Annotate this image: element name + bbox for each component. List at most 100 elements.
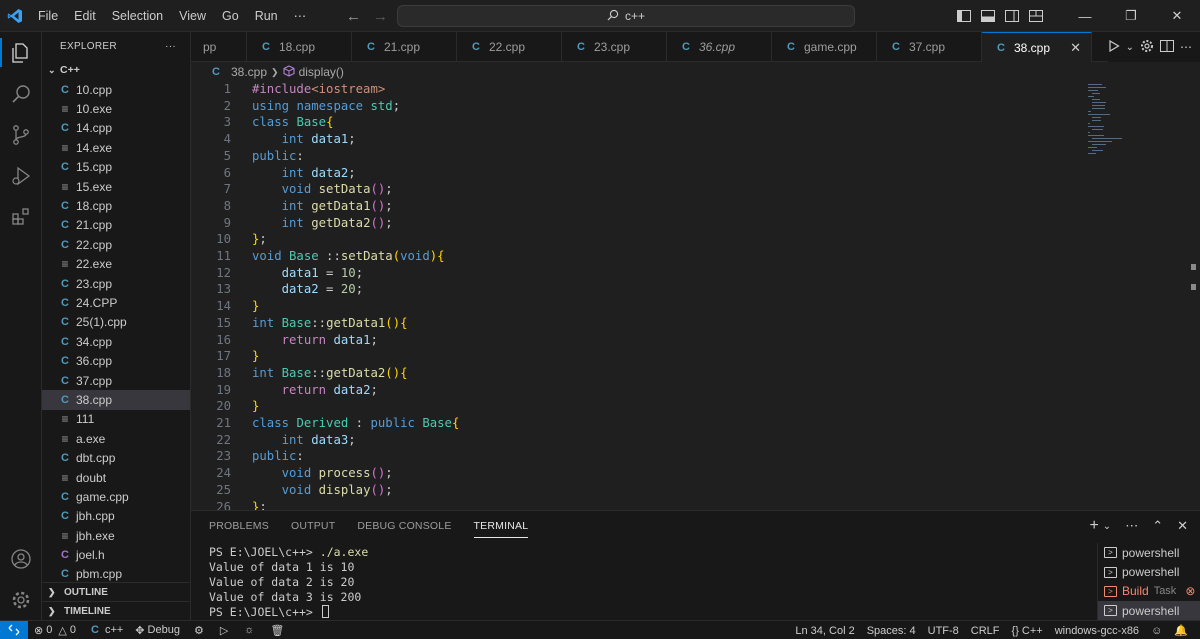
remote-indicator-icon[interactable] xyxy=(0,620,28,639)
minimize-button[interactable]: — xyxy=(1062,9,1108,24)
debug-bug-icon[interactable]: ☼ xyxy=(236,624,262,636)
run-debug-icon[interactable] xyxy=(0,155,42,196)
terminal-item[interactable]: > powershell xyxy=(1098,601,1200,621)
run-status-icon[interactable]: ▷ xyxy=(212,624,236,637)
explorer-more-button[interactable]: ··· xyxy=(165,41,176,52)
menu-item[interactable]: Selection xyxy=(104,0,171,32)
file-item[interactable]: ≡ 14.exe xyxy=(42,138,190,157)
file-item[interactable]: C 14.cpp xyxy=(42,119,190,138)
menu-item[interactable]: Edit xyxy=(66,0,104,32)
panel-tab-output[interactable]: OUTPUT xyxy=(291,511,335,541)
file-item[interactable]: C 38.cpp xyxy=(42,390,190,410)
file-item[interactable]: Cdbt.cpp xyxy=(42,448,190,467)
back-arrow-icon[interactable]: ← xyxy=(346,8,361,25)
file-item[interactable]: ≡ 15.exe xyxy=(42,177,190,196)
close-icon[interactable]: ✕ xyxy=(1070,40,1081,56)
file-item[interactable]: C 36.cpp xyxy=(42,351,190,370)
menu-item[interactable]: Go xyxy=(214,0,247,32)
close-window-button[interactable]: ✕ xyxy=(1154,8,1200,24)
file-item[interactable]: C 23.cpp xyxy=(42,274,190,293)
more-actions-icon[interactable]: ⋯ xyxy=(1180,40,1192,54)
file-item[interactable]: C 18.cpp xyxy=(42,196,190,215)
file-item[interactable]: ≡ jbh.exe xyxy=(42,526,190,545)
tab-18.cpp[interactable]: C 18.cpp xyxy=(247,32,352,62)
file-item[interactable]: C 15.cpp xyxy=(42,158,190,177)
terminal-output[interactable]: PS E:\JOEL\c++> ./a.exe Value of data 1 i… xyxy=(209,545,368,620)
file-item[interactable]: ≡ 10.exe xyxy=(42,99,190,118)
cursor-position[interactable]: Ln 34, Col 2 xyxy=(789,625,860,637)
line-ending[interactable]: CRLF xyxy=(965,625,1006,637)
folder-c++[interactable]: ⌄ C++ xyxy=(42,60,190,80)
tab-game.cpp[interactable]: Cgame.cpp xyxy=(772,32,877,62)
chevron-down-icon[interactable]: ⌄ xyxy=(1126,42,1134,53)
toggle-panel-icon[interactable] xyxy=(976,10,1000,22)
tab-21.cpp[interactable]: C 21.cpp xyxy=(352,32,457,62)
menu-item[interactable]: View xyxy=(171,0,214,32)
file-item[interactable]: C 25(1).cpp xyxy=(42,313,190,332)
restore-button[interactable]: ❐ xyxy=(1108,8,1154,24)
tab-23.cpp[interactable]: C 23.cpp xyxy=(562,32,667,62)
copilot-icon[interactable]: ☺ xyxy=(1145,625,1168,637)
panel-tab-terminal[interactable]: TERMINAL xyxy=(473,511,529,541)
customize-layout-icon[interactable] xyxy=(1024,10,1048,22)
forward-arrow-icon[interactable]: → xyxy=(373,8,388,25)
terminal-item[interactable]: > Build Task ⊗ xyxy=(1098,582,1200,601)
tab-22.cpp[interactable]: C 22.cpp xyxy=(457,32,562,62)
file-item[interactable]: C 22.cpp xyxy=(42,235,190,254)
gear-icon[interactable] xyxy=(1140,39,1154,56)
terminal-item[interactable]: > powershell xyxy=(1098,562,1200,581)
menu-item[interactable]: File xyxy=(30,0,66,32)
timeline-section[interactable]: ❯ TIMELINE xyxy=(42,601,190,620)
file-item[interactable]: C 24.CPP xyxy=(42,293,190,312)
panel-tab-problems[interactable]: PROBLEMS xyxy=(209,511,269,541)
terminal-item[interactable]: > powershell xyxy=(1098,543,1200,562)
new-terminal-icon[interactable]: + xyxy=(1089,517,1098,535)
gear-status-icon[interactable]: ⚙ xyxy=(186,624,212,637)
file-item[interactable]: C 34.cpp xyxy=(42,332,190,351)
close-panel-icon[interactable]: ✕ xyxy=(1177,518,1188,534)
extensions-icon[interactable] xyxy=(0,196,42,237)
file-item[interactable]: C 10.cpp xyxy=(42,80,190,99)
notifications-bell-icon[interactable]: 🔔 xyxy=(1168,624,1194,637)
file-item[interactable]: Cgame.cpp xyxy=(42,487,190,506)
cpp-config-status[interactable]: C c++ xyxy=(82,624,129,636)
explorer-icon[interactable] xyxy=(0,32,42,73)
settings-gear-icon[interactable] xyxy=(0,579,42,620)
panel-tab-debug-console[interactable]: DEBUG CONSOLE xyxy=(357,511,451,541)
breadcrumb-symbol[interactable]: display() xyxy=(299,65,344,79)
file-item[interactable]: ≡ a.exe xyxy=(42,429,190,448)
outline-section[interactable]: ❯ OUTLINE xyxy=(42,582,190,601)
toggle-primary-sidebar-icon[interactable] xyxy=(952,10,976,22)
file-item[interactable]: Cjbh.cpp xyxy=(42,507,190,526)
file-item[interactable]: ≡ 111 xyxy=(42,410,190,429)
accounts-icon[interactable] xyxy=(0,538,42,579)
minimap[interactable] xyxy=(1086,82,1146,162)
code-editor[interactable]: 1 2 3 4 5 6 7 8 9 10 11 12 13 14 15 16 17 18 19 20 21 22 23 24 2… xyxy=(191,82,1200,510)
file-item[interactable]: C 21.cpp xyxy=(42,216,190,235)
file-item[interactable]: ≡ doubt xyxy=(42,468,190,487)
file-item[interactable]: ≡ 22.exe xyxy=(42,255,190,274)
language-mode[interactable]: {} C++ xyxy=(1006,625,1049,637)
compiler-config[interactable]: windows-gcc-x86 xyxy=(1049,625,1145,637)
menu-item[interactable]: Run xyxy=(247,0,286,32)
search-activity-icon[interactable] xyxy=(0,73,42,114)
indentation[interactable]: Spaces: 4 xyxy=(861,625,922,637)
tab-36.cpp[interactable]: C 36.cpp xyxy=(667,32,772,62)
more-actions-icon[interactable]: ⋯ xyxy=(1125,518,1138,534)
chevron-down-icon[interactable]: ⌄ xyxy=(1103,521,1111,532)
file-item[interactable]: C 37.cpp xyxy=(42,371,190,390)
debug-status[interactable]: ✥ Debug xyxy=(129,624,186,637)
encoding[interactable]: UTF-8 xyxy=(922,625,965,637)
breadcrumb-file[interactable]: 38.cpp xyxy=(231,65,267,79)
toggle-secondary-sidebar-icon[interactable] xyxy=(1000,10,1024,22)
scrollbar[interactable] xyxy=(1191,264,1196,290)
tab-37.cpp[interactable]: C 37.cpp xyxy=(877,32,982,62)
problems-status[interactable]: ⊗ 0 △ 0 xyxy=(28,624,82,637)
tab-pp[interactable]: pp xyxy=(191,32,247,62)
maximize-panel-icon[interactable]: ⌃ xyxy=(1152,518,1163,534)
tab-38.cpp[interactable]: C 38.cpp ✕ xyxy=(982,32,1092,62)
command-center-search[interactable]: c++ xyxy=(397,5,855,27)
file-item[interactable]: Cjoel.h xyxy=(42,545,190,564)
trash-icon[interactable]: 🗑 xyxy=(262,624,292,637)
split-editor-icon[interactable] xyxy=(1160,39,1174,55)
